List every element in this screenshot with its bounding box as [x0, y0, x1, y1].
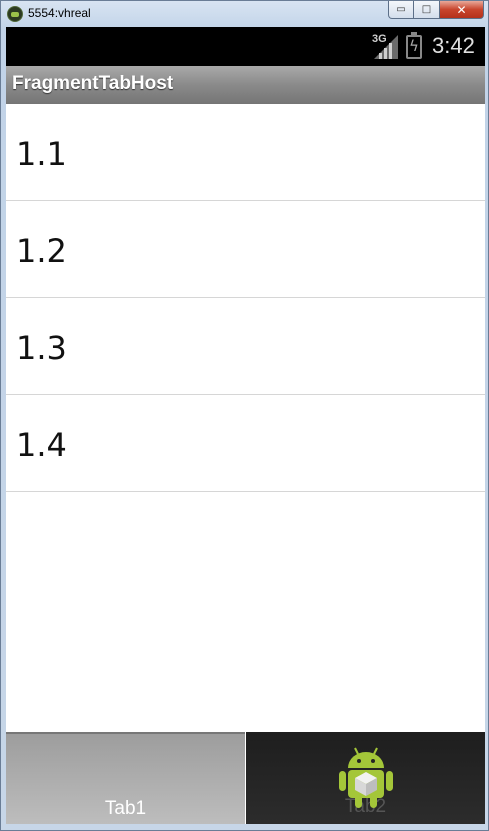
emulator-window: 5554:vhreal ▭ □ ✕ 3G 3:42 FragmentTabHos…: [0, 0, 489, 831]
tab-tab1[interactable]: Tab1: [6, 732, 245, 824]
window-title: 5554:vhreal: [28, 6, 91, 20]
tab-bar: Tab1 Tab2: [6, 732, 485, 824]
tab-tab2[interactable]: Tab2: [246, 732, 485, 824]
window-titlebar[interactable]: 5554:vhreal ▭ □ ✕: [1, 1, 489, 27]
maximize-button[interactable]: □: [414, 1, 440, 19]
window-controls: ▭ □ ✕: [388, 1, 484, 19]
app-title: FragmentTabHost: [12, 73, 174, 94]
close-button[interactable]: ✕: [440, 1, 484, 19]
list-item-label: 1.2: [16, 232, 67, 270]
network-type-label: 3G: [372, 33, 387, 45]
item-list: 1.1 1.2 1.3 1.4: [6, 104, 485, 492]
status-clock: 3:42: [432, 33, 475, 58]
action-bar: FragmentTabHost: [6, 66, 485, 104]
android-icon: [339, 747, 393, 808]
emulator-app-icon: [7, 6, 23, 22]
list-item-label: 1.3: [16, 329, 67, 367]
list-item[interactable]: 1.2: [6, 201, 485, 298]
list-item-label: 1.1: [16, 135, 67, 173]
tab-label: Tab1: [104, 798, 147, 819]
list-item[interactable]: 1.1: [6, 104, 485, 201]
list-item-label: 1.4: [16, 426, 67, 464]
list-item[interactable]: 1.4: [6, 395, 485, 492]
battery-charging-icon: [406, 32, 422, 59]
list-item[interactable]: 1.3: [6, 298, 485, 395]
status-bar: 3G 3:42: [6, 27, 485, 66]
device-screen: 3G 3:42 FragmentTabHost 1.1 1.2 1.3 1.4 …: [6, 27, 485, 824]
minimize-button[interactable]: ▭: [388, 1, 414, 19]
